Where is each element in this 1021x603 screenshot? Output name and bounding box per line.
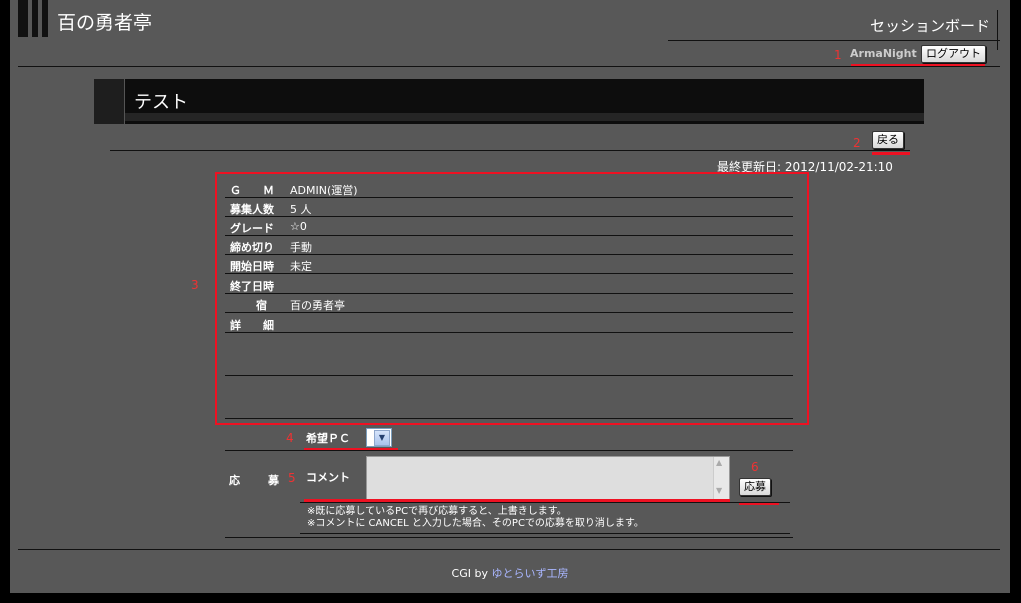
scroll-up-icon[interactable]: ▲ <box>716 458 722 467</box>
back-button[interactable]: 戻る <box>872 131 904 149</box>
detail-value: ☆0 <box>290 220 307 233</box>
annotation-number: 5 <box>288 471 296 485</box>
detail-value: 百の勇者亭 <box>290 299 345 312</box>
detail-row-end: 終了日時 <box>225 274 793 294</box>
apply-note: ※既に応募しているPCで再び応募すると、上書きします。 <box>307 506 567 517</box>
footer-credit: CGI by <box>451 567 492 580</box>
annotation-underline <box>872 152 910 155</box>
annotation-number: 6 <box>751 460 759 474</box>
detail-row-grade: グレード ☆0 <box>225 216 793 236</box>
detail-row-capacity: 募集人数 5 人 <box>225 197 793 217</box>
header-divider <box>668 40 1000 41</box>
divider <box>225 450 793 451</box>
detail-label: 締め切り <box>230 241 274 254</box>
footer: CGI by ゆとらいず工房 <box>10 565 1010 581</box>
pc-select-label: 希望ＰＣ <box>306 432 350 445</box>
comment-textarea[interactable]: ▲ ▼ <box>366 456 730 500</box>
apply-button[interactable]: 応募 <box>739 478 771 496</box>
detail-label: 終了日時 <box>230 280 274 293</box>
detail-value: 5 人 <box>290 203 312 216</box>
detail-label: グレード <box>230 222 274 235</box>
detail-value: ADMIN(運営) <box>290 184 358 197</box>
apply-notes: ※既に応募しているPCで再び応募すると、上書きします。 ※コメントに CANCE… <box>307 506 644 530</box>
detail-label: 詳 細 <box>230 319 274 332</box>
detail-row-start: 開始日時 未定 <box>225 254 793 274</box>
comment-scrollbar[interactable]: ▲ ▼ <box>713 457 729 499</box>
header-divider <box>18 66 1000 67</box>
divider <box>300 502 790 503</box>
detail-label: Ｇ Ｍ <box>230 184 274 197</box>
divider <box>110 150 910 151</box>
header-divider <box>997 10 998 50</box>
annotation-number: 1 <box>834 48 842 62</box>
board-title: セッションボード <box>869 17 990 35</box>
annotation-number: 3 <box>191 278 199 292</box>
footer-divider <box>18 549 1000 550</box>
apply-section-label: 応 <box>229 474 240 487</box>
detail-row-gm: Ｇ Ｍ ADMIN(運営) <box>225 178 793 198</box>
detail-row-details: 詳 細 <box>225 313 793 333</box>
divider <box>225 537 793 538</box>
detail-body <box>225 333 793 376</box>
detail-label: 開始日時 <box>230 260 274 273</box>
annotation-number: 2 <box>853 136 861 150</box>
chevron-down-icon[interactable]: ▼ <box>374 430 390 446</box>
apply-note: ※コメントに CANCEL と入力した場合、そのPCでの応募を取り消します。 <box>307 518 644 529</box>
session-title-bar: テスト <box>94 79 924 124</box>
divider <box>300 533 790 534</box>
comment-label: コメント <box>306 471 350 484</box>
detail-body <box>225 376 793 419</box>
session-title: テスト <box>134 92 188 113</box>
logout-button[interactable]: ログアウト <box>921 45 986 63</box>
apply-section-label: 募 <box>268 474 279 487</box>
pc-select[interactable]: ▼ <box>366 428 392 447</box>
scroll-down-icon[interactable]: ▼ <box>716 486 722 495</box>
detail-value: 未定 <box>290 260 312 273</box>
footer-link[interactable]: ゆとらいず工房 <box>491 567 568 580</box>
page-frame: 百の勇者亭 セッションボード 1 ArmaNight ログアウト テスト 2 戻… <box>10 0 1010 593</box>
detail-row-deadline: 締め切り 手動 <box>225 235 793 255</box>
detail-value: 手動 <box>290 241 312 254</box>
annotation-number: 4 <box>286 431 294 445</box>
user-name: ArmaNight <box>850 47 917 60</box>
detail-label: 募集人数 <box>230 203 274 216</box>
site-title: 百の勇者亭 <box>57 12 153 34</box>
detail-row-inn: 宿 百の勇者亭 <box>225 293 793 313</box>
